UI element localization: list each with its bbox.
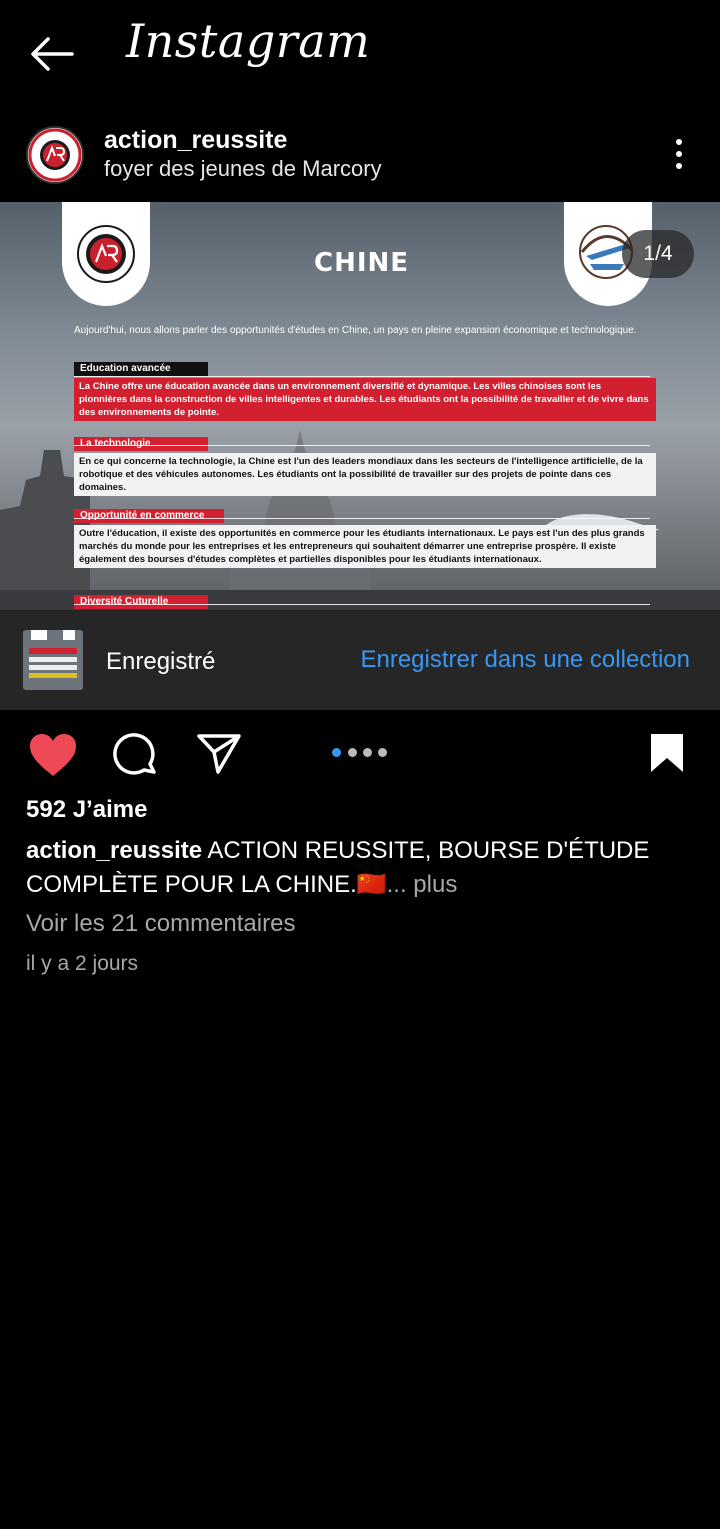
post-header: action_reussite foyer des jeunes de Marc… (0, 118, 720, 200)
post-actions (0, 710, 720, 800)
slide-intro: Aujourd'hui, nous allons parler des oppo… (74, 325, 637, 336)
carousel-dot-active (332, 748, 341, 757)
post-caption: action_reussite ACTION REUSSITE, BOURSE … (26, 834, 686, 902)
saved-label: Enregistré (106, 648, 216, 675)
slide-section-label: Education avancée (74, 362, 208, 376)
action-reussite-logo (62, 202, 150, 306)
view-comments-link[interactable]: Voir les 21 commentaires (26, 910, 295, 938)
top-bar: Instagram (0, 0, 720, 110)
section-divider (74, 518, 650, 519)
carousel-dot (363, 748, 372, 757)
post-timestamp: il y a 2 jours (26, 952, 139, 975)
like-count[interactable]: 592 J’aime (26, 796, 147, 824)
share-icon[interactable] (196, 732, 242, 781)
carousel-indicator (332, 748, 392, 760)
slide-section-text: Outre l'éducation, il existe des opportu… (74, 525, 656, 568)
slide-section-label: La technologie (74, 437, 208, 451)
slide-section-text: En ce qui concerne la technologie, la Ch… (74, 453, 656, 496)
carousel-dot (378, 748, 387, 757)
caption-username[interactable]: action_reussite (26, 837, 202, 864)
app-title: Instagram (126, 14, 371, 68)
avatar[interactable] (26, 126, 84, 184)
comment-icon[interactable] (112, 732, 160, 785)
saved-post-thumbnail[interactable] (23, 630, 83, 690)
save-to-collection-link[interactable]: Enregistrer dans une collection (360, 646, 690, 674)
heart-icon[interactable] (28, 732, 78, 783)
back-arrow-icon[interactable] (28, 34, 76, 74)
section-divider (74, 445, 650, 446)
section-divider (74, 604, 650, 605)
caption-more-link[interactable]: ... plus (387, 871, 458, 898)
post-location[interactable]: foyer des jeunes de Marcory (104, 156, 382, 182)
carousel-dot (348, 748, 357, 757)
bookmark-icon[interactable] (648, 732, 686, 779)
saved-toast: Enregistré Enregistrer dans une collecti… (0, 610, 720, 710)
section-divider (74, 376, 650, 377)
slide-section-text: La Chine offre une éducation avancée dan… (74, 378, 656, 421)
slide-section-label: Opportunité en commerce (74, 509, 224, 523)
slide-counter: 1/4 (622, 230, 694, 278)
slide-title: CHINE (314, 248, 410, 278)
slide-section-label: Diversité Cuturelle (74, 595, 208, 609)
post-username[interactable]: action_reussite (104, 126, 287, 155)
more-options-icon[interactable] (664, 136, 694, 172)
post-image[interactable]: CHINE 1/4 Aujourd'hui, nous allons parle… (0, 202, 720, 610)
